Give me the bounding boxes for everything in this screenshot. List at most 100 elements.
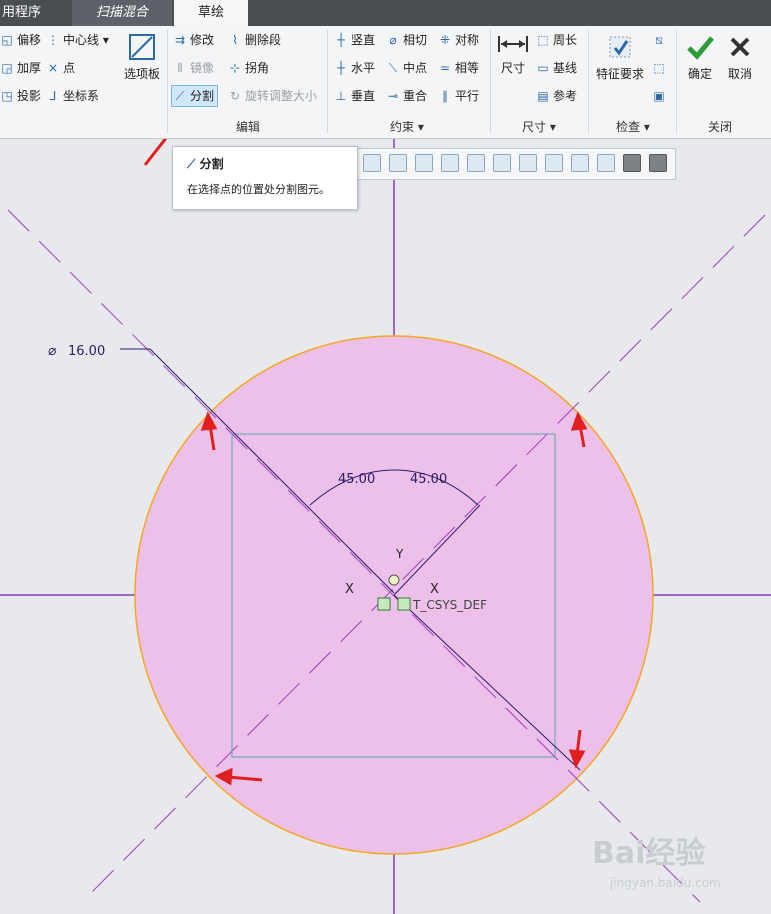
perpendicular-constraint-button[interactable]: ⊥ 垂直 xyxy=(334,86,375,106)
group-title-dimension: 尺寸 ▾ xyxy=(522,120,556,134)
overlap-geometry-button[interactable]: ⧅ xyxy=(652,30,669,50)
divide-icon: ⟋ xyxy=(187,157,196,171)
tab-applications[interactable]: 用程序 xyxy=(0,0,72,26)
group-divider xyxy=(676,30,677,134)
csys-origin-icon[interactable] xyxy=(388,574,400,586)
tooltip-description: 在选择点的位置处分割图元。 xyxy=(187,183,330,196)
group-divider xyxy=(167,30,168,134)
shade-closed-loops-button[interactable]: ▣ xyxy=(652,86,669,106)
horizontal-constraint-button[interactable]: ┼ 水平 xyxy=(334,58,375,78)
sketch-canvas[interactable]: ⌀ 16.00 45.00 45.00 X X Y T_CSYS_DEF xyxy=(0,139,771,914)
point-icon: × xyxy=(47,61,59,75)
baseline-button[interactable]: ▭ 基线 xyxy=(536,58,577,78)
group-divider xyxy=(327,30,328,134)
angle-dimension-right[interactable]: 45.00 xyxy=(410,472,447,487)
sketch-view-icon[interactable] xyxy=(597,154,615,172)
divide-icon: ⟋ xyxy=(175,89,185,103)
highlight-open-ends-button[interactable]: ⬚ xyxy=(652,58,669,78)
group-divider xyxy=(490,30,491,134)
vertical-icon: ┼ xyxy=(337,33,345,47)
refit-icon[interactable] xyxy=(389,154,407,172)
mirror-button[interactable]: ⫴ 镜像 xyxy=(173,58,214,78)
parallel-icon: ∥ xyxy=(442,89,448,103)
spin-center-icon[interactable] xyxy=(519,154,537,172)
perimeter-button[interactable]: ⬚ 周长 xyxy=(536,30,577,50)
tangent-icon: ⌀ xyxy=(389,33,397,47)
view-manager-icon[interactable] xyxy=(467,154,485,172)
appearance-icon[interactable] xyxy=(571,154,589,172)
midpoint-icon: ⟍ xyxy=(388,61,398,75)
constraint-icon[interactable] xyxy=(377,597,391,611)
divide-button[interactable]: ⟋ 分割 xyxy=(171,85,219,107)
annotation-display-icon[interactable] xyxy=(545,154,563,172)
reference-button[interactable]: ▤ 参考 xyxy=(536,86,577,106)
angle-dimension-left[interactable]: 45.00 xyxy=(338,472,375,487)
point-button[interactable]: × 点 xyxy=(46,58,75,78)
project-button[interactable]: ◳ 投影 xyxy=(0,86,41,106)
midpoint-constraint-button[interactable]: ⟍ 中点 xyxy=(386,58,427,78)
modify-icon: ⇉ xyxy=(174,33,186,47)
dimension-icon xyxy=(498,36,528,52)
tooltip-divide: ⟋ 分割 在选择点的位置处分割图元。 xyxy=(172,146,358,210)
group-divider xyxy=(588,30,589,134)
symmetric-constraint-button[interactable]: ⁜ 对称 xyxy=(438,30,479,50)
constraint-display-icon[interactable] xyxy=(649,154,667,172)
dimension-button[interactable]: 尺寸 xyxy=(494,32,532,76)
group-title-edit: 编辑 xyxy=(236,120,261,134)
feature-requirements-icon xyxy=(609,36,631,58)
tab-sweep-blend[interactable]: 扫描混合 xyxy=(72,0,172,26)
baidu-watermark-url: jingyan.baidu.com xyxy=(610,876,721,890)
y-axis-label: Y xyxy=(395,547,404,561)
tangent-constraint-button[interactable]: ⌀ 相切 xyxy=(386,30,427,50)
cancel-button[interactable]: 取消 xyxy=(722,32,758,82)
palette-button[interactable]: 选项板 xyxy=(120,32,164,82)
ribbon-tab-bar: 用程序 扫描混合 草绘 xyxy=(0,0,771,26)
display-style-icon[interactable] xyxy=(415,154,433,172)
checkmark-icon xyxy=(687,36,714,60)
equal-constraint-button[interactable]: = 相等 xyxy=(438,58,479,78)
ribbon: ◱ 偏移 ◲ 加厚 ◳ 投影 ⋮ 中心线 ▾ × 点 ⅃ 坐标系 选项板 ⇉ 修改 ⫴ 镜像 ⟋… xyxy=(0,26,771,139)
datum-display-icon[interactable] xyxy=(493,154,511,172)
coordinate-system-button[interactable]: ⅃ 坐标系 xyxy=(46,86,99,106)
delete-segment-icon: ⌇ xyxy=(232,33,238,47)
saved-views-icon[interactable] xyxy=(441,154,459,172)
csys-icon: ⅃ xyxy=(49,89,57,103)
open-ends-icon: ⬚ xyxy=(653,61,665,75)
vertical-constraint-button[interactable]: ┼ 竖直 xyxy=(334,30,375,50)
palette-icon xyxy=(129,34,155,60)
mirror-icon: ⫴ xyxy=(177,61,183,75)
equal-icon: = xyxy=(439,61,451,75)
tab-sketch[interactable]: 草绘 xyxy=(174,0,248,26)
coincident-icon: ⊸ xyxy=(387,89,399,103)
ok-button[interactable]: 确定 xyxy=(682,32,718,82)
centerline-button[interactable]: ⋮ 中心线 ▾ xyxy=(46,30,109,50)
diameter-dimension[interactable]: 16.00 xyxy=(68,344,105,359)
project-icon: ◳ xyxy=(1,89,13,103)
close-icon xyxy=(730,37,750,57)
tooltip-title: ⟋ 分割 xyxy=(187,157,224,171)
corner-icon: ⊹ xyxy=(229,61,241,75)
baidu-watermark: Bai经验 xyxy=(592,836,706,871)
constraint-icon[interactable] xyxy=(397,597,411,611)
rotate-resize-button[interactable]: ↻ 旋转调整大小 xyxy=(228,86,317,106)
overlap-icon: ⧅ xyxy=(655,33,663,47)
parallel-constraint-button[interactable]: ∥ 平行 xyxy=(438,86,479,106)
offset-button[interactable]: ◱ 偏移 xyxy=(0,30,41,50)
coincident-constraint-button[interactable]: ⊸ 重合 xyxy=(386,86,427,106)
feature-requirements-button[interactable]: 特征要求 xyxy=(592,32,648,82)
centerline-icon: ⋮ xyxy=(47,33,59,47)
rotate-resize-icon: ↻ xyxy=(229,89,241,103)
thicken-icon: ◲ xyxy=(1,61,13,75)
closed-loop-icon: ▣ xyxy=(653,89,665,103)
reference-icon: ▤ xyxy=(537,89,549,103)
perimeter-icon: ⬚ xyxy=(537,33,549,47)
zoom-out-icon[interactable] xyxy=(363,154,381,172)
symmetric-icon: ⁜ xyxy=(439,33,451,47)
offset-icon: ◱ xyxy=(1,33,13,47)
sketch-display-filter-icon[interactable] xyxy=(623,154,641,172)
modify-button[interactable]: ⇉ 修改 xyxy=(173,30,214,50)
corner-button[interactable]: ⊹ 拐角 xyxy=(228,58,269,78)
delete-segment-button[interactable]: ⌇ 删除段 xyxy=(228,30,281,50)
csys-label: T_CSYS_DEF xyxy=(412,598,487,612)
thicken-button[interactable]: ◲ 加厚 xyxy=(0,58,41,78)
